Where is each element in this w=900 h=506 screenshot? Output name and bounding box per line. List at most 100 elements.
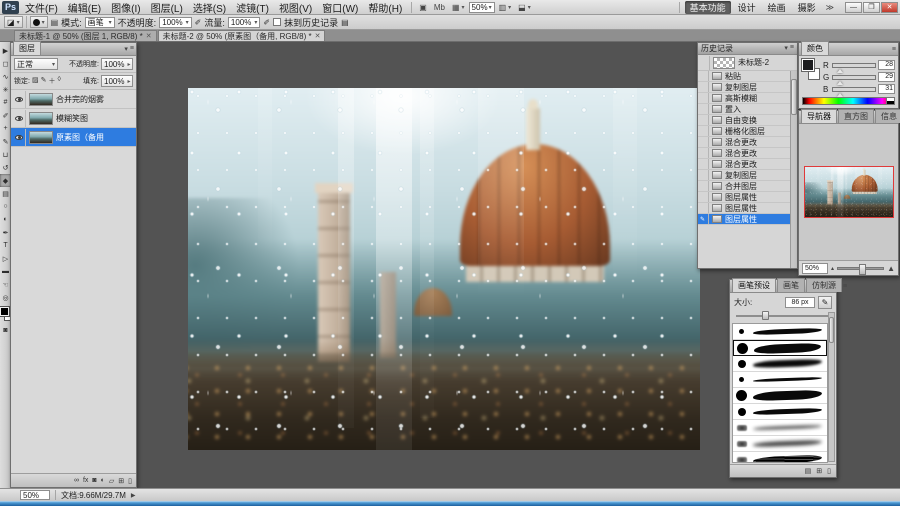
history-state[interactable]: 栅格化图层 xyxy=(698,126,797,137)
set-history-source-cell[interactable] xyxy=(700,93,709,103)
photo-canvas[interactable] xyxy=(188,88,700,450)
history-state[interactable]: 混合更改 xyxy=(698,148,797,159)
menu-item[interactable]: 文件(F) xyxy=(20,0,63,15)
channel-slider[interactable] xyxy=(832,87,876,92)
set-history-source-cell[interactable] xyxy=(700,82,709,92)
quick-mask-icon[interactable]: ◙ xyxy=(3,327,7,334)
menu-item[interactable]: 窗口(W) xyxy=(317,0,363,15)
tablet-pressure-opacity-icon[interactable]: ✐ xyxy=(195,18,202,27)
channel-slider[interactable] xyxy=(832,75,876,80)
history-snapshot-row[interactable]: 未标题-2 xyxy=(698,55,797,71)
mini-bridge-icon[interactable]: Mb xyxy=(431,2,448,13)
history-state[interactable]: 图层属性 xyxy=(698,192,797,203)
erase-to-history-checkbox[interactable] xyxy=(273,18,281,26)
menu-item[interactable]: 图层(L) xyxy=(146,0,188,15)
tab-color[interactable]: 颜色 xyxy=(801,41,829,55)
history-state[interactable]: 合并图层 xyxy=(698,181,797,192)
lock-image-pixels-icon[interactable]: ✎ xyxy=(41,76,47,86)
lock-position-icon[interactable]: ＋ xyxy=(48,76,55,86)
brush-panel-tab[interactable]: 画笔 xyxy=(777,278,805,292)
set-history-source-cell[interactable] xyxy=(700,104,709,114)
brush-preset-row[interactable] xyxy=(733,324,827,340)
workspace-overflow-icon[interactable]: ≫ xyxy=(823,2,837,13)
history-state[interactable]: 粘贴 xyxy=(698,71,797,82)
layer-group-icon[interactable]: ▱ xyxy=(109,477,114,485)
navigator-tab[interactable]: 信息 xyxy=(875,109,900,123)
brush-preset-row[interactable] xyxy=(733,404,827,420)
set-history-source-cell[interactable] xyxy=(700,71,709,81)
add-layer-mask-icon[interactable]: ◙ xyxy=(92,477,96,484)
delete-layer-icon[interactable]: ▯ xyxy=(128,477,132,485)
zoom-in-icon[interactable]: ▲ xyxy=(887,264,895,273)
layer-row[interactable]: 原素图（备用 xyxy=(11,128,136,147)
new-brush-icon[interactable]: ⊞ xyxy=(816,467,822,475)
opacity-input[interactable]: 100%▾ xyxy=(159,17,191,28)
status-zoom-input[interactable]: 50% xyxy=(20,490,50,500)
panel-menu-icon[interactable]: ≡ xyxy=(130,45,134,53)
fill-input[interactable]: 100%▸ xyxy=(101,75,133,87)
menu-item[interactable]: 编辑(E) xyxy=(63,0,106,15)
visibility-toggle[interactable] xyxy=(13,91,26,108)
workspace-tab[interactable]: 设计 xyxy=(733,1,761,14)
mode-select[interactable]: 画笔▾ xyxy=(85,17,115,28)
document-tab[interactable]: 未标题-1 @ 50% (图层 1, RGB/8) * ✕ xyxy=(14,30,157,41)
slider-knob[interactable] xyxy=(762,311,769,320)
navigator-tab[interactable]: 导航器 xyxy=(801,109,837,123)
scrollbar-thumb[interactable] xyxy=(791,79,797,115)
zoom-out-icon[interactable]: ▴ xyxy=(831,265,834,272)
link-layers-icon[interactable]: ∞ xyxy=(74,477,79,484)
lock-transparent-pixels-icon[interactable]: ▨ xyxy=(32,76,39,86)
history-state[interactable]: 图层属性 xyxy=(698,203,797,214)
panel-menu-icon[interactable]: ≡ xyxy=(790,44,794,52)
brush-preset-row[interactable] xyxy=(733,372,827,388)
history-state[interactable]: 图层属性 xyxy=(698,214,797,225)
brush-panel-tab[interactable]: 画笔预设 xyxy=(732,278,776,292)
scrollbar-thumb[interactable] xyxy=(829,317,834,343)
brush-list-scrollbar[interactable] xyxy=(828,312,835,462)
brush-preset-picker[interactable]: ▾ xyxy=(30,16,48,28)
arrange-documents-icon[interactable]: ▥▾ xyxy=(496,2,515,13)
visibility-toggle[interactable] xyxy=(13,110,26,127)
history-state[interactable]: 复制图层 xyxy=(698,170,797,181)
flow-input[interactable]: 100%▾ xyxy=(228,17,260,28)
layer-style-icon[interactable]: fx xyxy=(83,477,88,484)
channel-value[interactable]: 28 xyxy=(878,60,895,70)
launch-bridge-icon[interactable]: ▣ xyxy=(416,2,430,13)
set-history-source-cell[interactable] xyxy=(700,56,710,70)
panel-menu-icon[interactable]: ≡ xyxy=(843,283,847,290)
history-state[interactable]: 高斯模糊 xyxy=(698,93,797,104)
brush-preset-row[interactable] xyxy=(733,340,827,356)
brush-preset-row[interactable] xyxy=(733,436,827,452)
history-state[interactable]: 混合更改 xyxy=(698,159,797,170)
menu-item[interactable]: 帮助(H) xyxy=(363,0,407,15)
navigator-tab[interactable]: 直方图 xyxy=(838,109,874,123)
workspace-tab[interactable]: 摄影 xyxy=(793,1,821,14)
brush-preset-row[interactable] xyxy=(733,356,827,372)
history-scrollbar[interactable] xyxy=(790,71,797,268)
minimize-button[interactable]: — xyxy=(845,2,862,13)
document-tab[interactable]: 未标题-2 @ 50% (原素图（备用, RGB/8) * ✕ xyxy=(158,30,326,41)
set-history-source-cell[interactable] xyxy=(700,181,709,191)
navigator-zoom-input[interactable]: 50% xyxy=(802,263,828,274)
delete-brush-icon[interactable]: ▯ xyxy=(827,467,831,475)
collapse-icon[interactable]: ▾ xyxy=(784,44,788,52)
status-expand-icon[interactable]: ▶ xyxy=(131,492,136,499)
tab-layers[interactable]: 图层 xyxy=(13,41,41,55)
view-extras-icon[interactable]: ▦▾ xyxy=(449,2,468,13)
set-history-source-cell[interactable] xyxy=(700,192,709,202)
brush-preset-manager-icon[interactable]: ▤ xyxy=(805,467,812,475)
airbrush-icon[interactable]: ✐ xyxy=(263,18,270,27)
set-history-source-cell[interactable] xyxy=(700,137,709,147)
history-state[interactable]: 自由变换 xyxy=(698,115,797,126)
brush-panel-tab[interactable]: 仿制源 xyxy=(806,278,842,292)
brush-preset-row[interactable] xyxy=(733,452,827,463)
navigator-proxy-view[interactable] xyxy=(804,166,894,218)
lock-all-icon[interactable]: ◊ xyxy=(57,76,60,86)
history-state[interactable]: 置入 xyxy=(698,104,797,115)
layer-opacity-input[interactable]: 100%▸ xyxy=(101,58,133,70)
foreground-color-swatch[interactable] xyxy=(0,307,9,316)
layer-row[interactable]: 合并完的烟雾 xyxy=(11,90,136,109)
visibility-toggle[interactable] xyxy=(13,129,26,146)
eraser-tool-preset[interactable]: ◪▾ xyxy=(4,16,23,28)
menu-item[interactable]: 选择(S) xyxy=(188,0,231,15)
